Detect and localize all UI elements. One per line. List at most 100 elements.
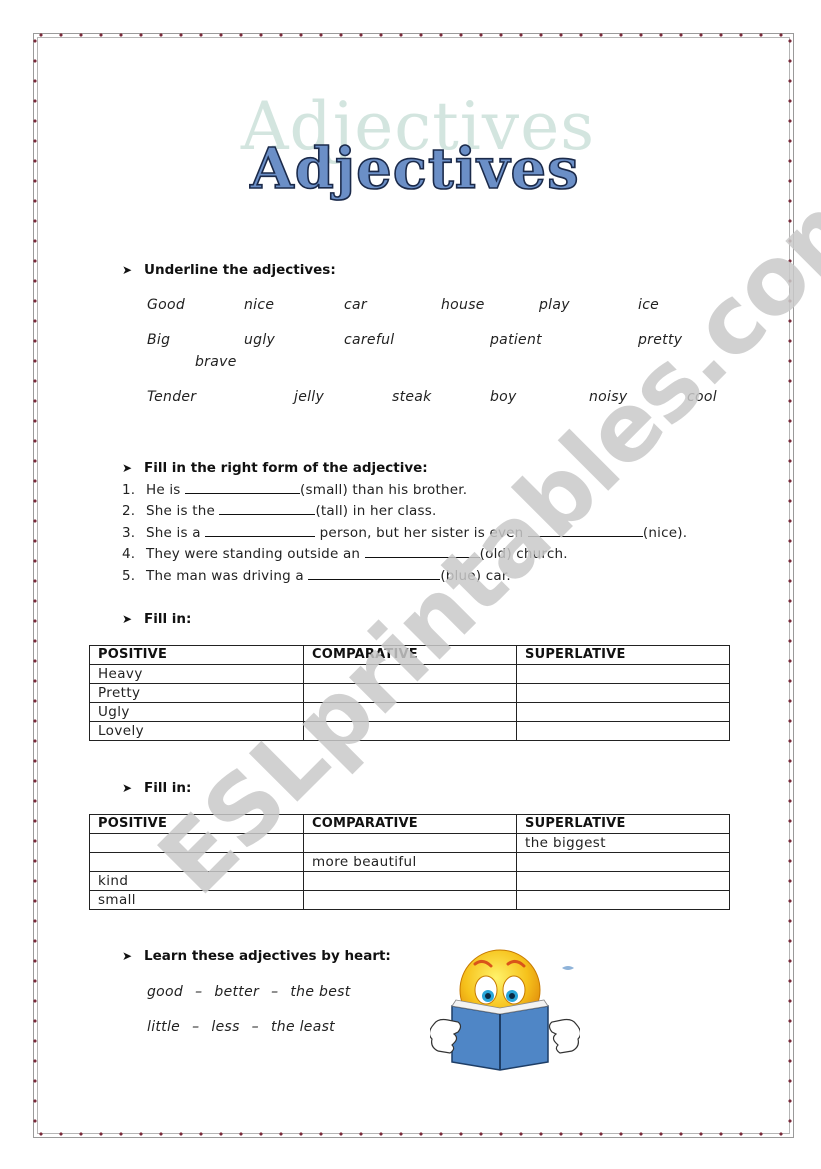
answer-blank[interactable] bbox=[205, 524, 316, 537]
dash: – bbox=[195, 984, 203, 1000]
table-cell-blank[interactable] bbox=[303, 664, 517, 684]
table-cell-blank[interactable] bbox=[303, 890, 517, 910]
item-number: 4. bbox=[122, 546, 136, 562]
item-number: 3. bbox=[122, 525, 136, 541]
item-text: (old) church. bbox=[479, 546, 568, 562]
word-item: jelly bbox=[294, 389, 325, 405]
dash: – bbox=[251, 1019, 259, 1035]
table-cell-blank[interactable] bbox=[516, 890, 730, 910]
table-cell-blank[interactable] bbox=[303, 871, 517, 891]
item-text: (nice). bbox=[642, 525, 688, 541]
table-cell: Lovely bbox=[89, 721, 304, 741]
dash: – bbox=[192, 1019, 200, 1035]
table-cell-blank[interactable] bbox=[89, 833, 304, 853]
table-cell: Heavy bbox=[89, 664, 304, 684]
word-item: play bbox=[539, 297, 570, 313]
answer-blank[interactable] bbox=[308, 567, 441, 580]
exercise-item-5: 5. The man was driving a (blue) car. bbox=[122, 567, 511, 584]
column-header: POSITIVE bbox=[89, 814, 304, 834]
table-cell: small bbox=[89, 890, 304, 910]
section-heading-text: Underline the adjectives: bbox=[144, 262, 336, 278]
section-underline-heading: ➤ Underline the adjectives: bbox=[122, 262, 336, 278]
table-row: Pretty bbox=[89, 683, 730, 703]
item-number: 2. bbox=[122, 503, 136, 519]
word-item: Big bbox=[147, 332, 171, 348]
item-text: She is the bbox=[146, 503, 220, 519]
adjective-form: little bbox=[147, 1019, 181, 1035]
learn-line-good: good – better – the best bbox=[147, 984, 363, 1000]
dash: – bbox=[271, 984, 279, 1000]
section-heading-text: Fill in: bbox=[144, 780, 192, 796]
table-cell-blank[interactable] bbox=[303, 702, 517, 722]
table-row: more beautiful bbox=[89, 852, 730, 872]
table-row: kind bbox=[89, 871, 730, 891]
word-item: pretty bbox=[638, 332, 683, 348]
answer-blank[interactable] bbox=[219, 502, 316, 515]
word-item: cool bbox=[687, 389, 717, 405]
word-item: ugly bbox=[244, 332, 276, 348]
word-item: ice bbox=[638, 297, 660, 313]
table-cell-blank[interactable] bbox=[516, 871, 730, 891]
adjective-form: better bbox=[214, 984, 260, 1000]
table-cell-blank[interactable] bbox=[89, 852, 304, 872]
adjective-form: the least bbox=[270, 1019, 335, 1035]
table-cell-blank[interactable] bbox=[303, 833, 517, 853]
table-row: Lovely bbox=[89, 721, 730, 741]
word-item: noisy bbox=[589, 389, 628, 405]
page-title: Adjectives bbox=[249, 135, 580, 203]
table-row: Heavy bbox=[89, 664, 730, 684]
section-heading-text: Fill in: bbox=[144, 611, 192, 627]
word-item: patient bbox=[490, 332, 542, 348]
table-cell: more beautiful bbox=[303, 852, 517, 872]
arrowhead-bullet-icon: ➤ bbox=[122, 949, 133, 963]
answer-blank[interactable] bbox=[185, 481, 301, 494]
table-row: small bbox=[89, 890, 730, 910]
table-cell-blank[interactable] bbox=[516, 852, 730, 872]
word-item: house bbox=[441, 297, 485, 313]
right-hand bbox=[548, 1018, 580, 1054]
answer-blank[interactable] bbox=[527, 524, 643, 537]
table-row: the biggest bbox=[89, 833, 730, 853]
item-number: 5. bbox=[122, 568, 136, 584]
exercise-item-4: 4. They were standing outside an (old) ch… bbox=[122, 545, 568, 562]
table-header-row: POSITIVE COMPARATIVE SUPERLATIVE bbox=[89, 645, 730, 665]
arrowhead-bullet-icon: ➤ bbox=[122, 263, 133, 277]
section-learn-heading: ➤ Learn these adjectives by heart: bbox=[122, 948, 391, 964]
exercise-item-2: 2. She is the (tall) in her class. bbox=[122, 502, 436, 519]
adjective-form: good bbox=[147, 984, 184, 1000]
arrowhead-bullet-icon: ➤ bbox=[122, 612, 133, 626]
item-text: (tall) in her class. bbox=[315, 503, 437, 519]
table-cell-blank[interactable] bbox=[516, 664, 730, 684]
column-header: POSITIVE bbox=[89, 645, 304, 665]
section-heading-text: Fill in the right form of the adjective: bbox=[144, 460, 428, 476]
smiley-reading-book-icon bbox=[430, 949, 580, 1071]
table-cell: Pretty bbox=[89, 683, 304, 703]
word-item: brave bbox=[195, 354, 237, 370]
section-fill-form-heading: ➤ Fill in the right form of the adjectiv… bbox=[122, 460, 428, 476]
sweat-drop bbox=[562, 966, 574, 970]
table-cell: kind bbox=[89, 871, 304, 891]
arrowhead-bullet-icon: ➤ bbox=[122, 781, 133, 795]
table-cell-blank[interactable] bbox=[516, 721, 730, 741]
item-text: She is a bbox=[146, 525, 206, 541]
table-cell: Ugly bbox=[89, 702, 304, 722]
item-number: 1. bbox=[122, 482, 136, 498]
adjective-form: the best bbox=[290, 984, 351, 1000]
table-cell: the biggest bbox=[516, 833, 730, 853]
column-header: SUPERLATIVE bbox=[516, 814, 730, 834]
item-text: He is bbox=[146, 482, 186, 498]
learn-line-little: little – less – the least bbox=[147, 1019, 347, 1035]
column-header: COMPARATIVE bbox=[303, 814, 517, 834]
word-item: Good bbox=[147, 297, 186, 313]
section-fill-in-heading-1: ➤ Fill in: bbox=[122, 611, 191, 627]
item-text: (blue) car. bbox=[440, 568, 511, 584]
table-cell-blank[interactable] bbox=[303, 721, 517, 741]
answer-blank[interactable] bbox=[364, 545, 480, 558]
table-cell-blank[interactable] bbox=[303, 683, 517, 703]
word-item: nice bbox=[244, 297, 275, 313]
table-header-row: POSITIVE COMPARATIVE SUPERLATIVE bbox=[89, 814, 730, 834]
table-cell-blank[interactable] bbox=[516, 702, 730, 722]
item-text: (small) than his brother. bbox=[300, 482, 468, 498]
section-heading-text: Learn these adjectives by heart: bbox=[144, 948, 391, 964]
table-cell-blank[interactable] bbox=[516, 683, 730, 703]
